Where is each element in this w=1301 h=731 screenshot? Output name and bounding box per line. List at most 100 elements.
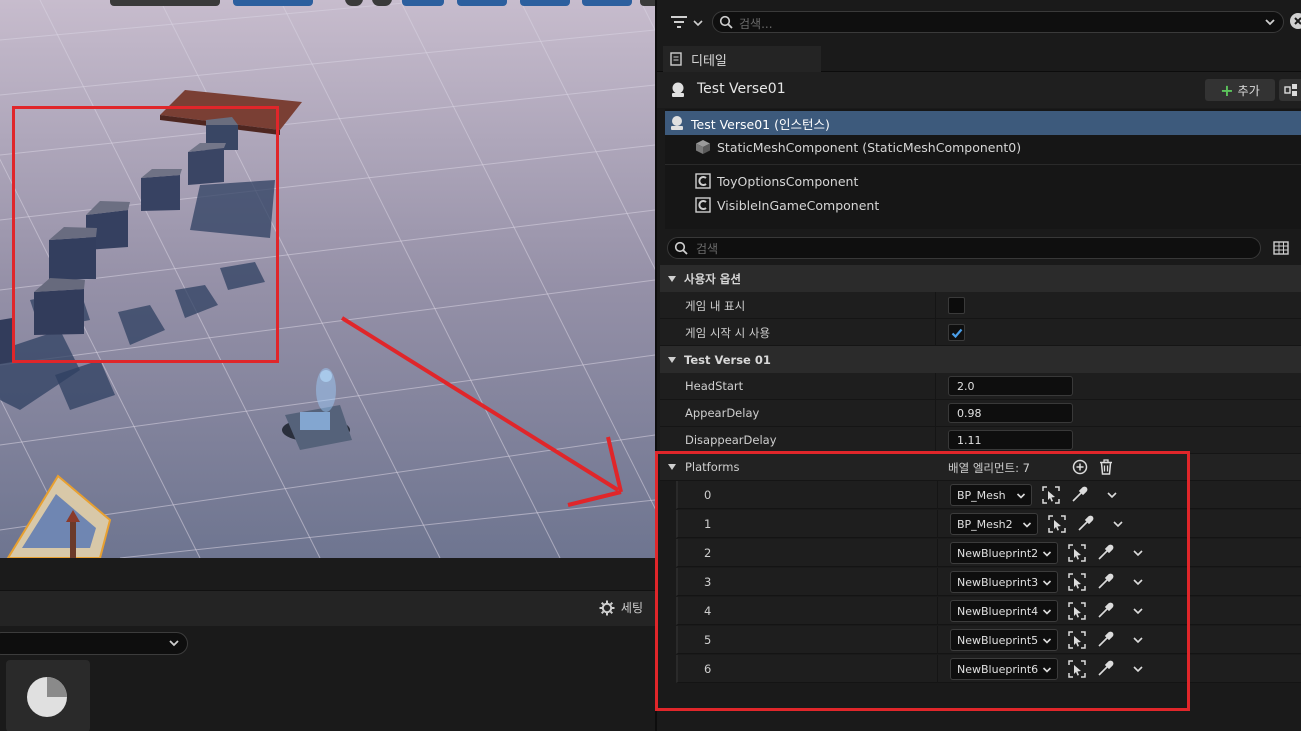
- gear-icon: [599, 600, 615, 615]
- select-actor-icon[interactable]: [1042, 486, 1060, 504]
- chevron-down-icon: [1265, 19, 1275, 26]
- section-user-options[interactable]: 사용자 옵션: [660, 265, 1301, 292]
- trash-icon[interactable]: [1098, 459, 1114, 475]
- element-index: 2: [704, 546, 712, 560]
- property-label: DisappearDelay: [685, 433, 777, 447]
- viewport-toolbar-chip[interactable]: [520, 0, 570, 6]
- chevron-down-icon[interactable]: [693, 18, 703, 28]
- add-label: 추가: [1237, 83, 1260, 98]
- property-label: Platforms: [685, 460, 740, 474]
- filter-icon[interactable]: [669, 12, 689, 32]
- eyedropper-icon[interactable]: [1076, 515, 1094, 533]
- viewport-toolbar-chip[interactable]: [233, 0, 313, 6]
- actor-picker-combo[interactable]: NewBlueprint5: [950, 629, 1058, 651]
- divider: [935, 319, 936, 346]
- table-view-icon[interactable]: [1273, 240, 1289, 256]
- outliner-search-row: 검색...: [657, 8, 1301, 36]
- section-title: 사용자 옵션: [684, 271, 741, 286]
- chevron-down-icon[interactable]: [1132, 576, 1144, 588]
- viewport-toolbar-chip[interactable]: [110, 0, 220, 6]
- viewport-toolbar-chip[interactable]: [457, 0, 507, 6]
- details-search-input[interactable]: 검색: [667, 237, 1261, 259]
- chevron-down-icon: [1022, 522, 1032, 528]
- chevron-down-icon: [1016, 493, 1026, 499]
- eyedropper-icon[interactable]: [1096, 660, 1114, 678]
- actor-picker-combo[interactable]: BP_Mesh: [950, 484, 1032, 506]
- combo-value: NewBlueprint4: [957, 605, 1039, 618]
- actor-picker-combo[interactable]: NewBlueprint4: [950, 600, 1058, 622]
- enabled-at-start-checkbox[interactable]: [948, 324, 965, 341]
- details-panel: 검색... 디테일 Test Verse01 + 추가 Test Verse01…: [655, 0, 1301, 731]
- select-actor-icon[interactable]: [1068, 631, 1086, 649]
- component-row-visible-in-game[interactable]: VisibleInGameComponent: [665, 193, 1301, 217]
- chevron-down-icon: [1042, 667, 1052, 673]
- eyedropper-icon[interactable]: [1096, 602, 1114, 620]
- divider: [937, 568, 938, 596]
- combo-value: NewBlueprint5: [957, 634, 1039, 647]
- chevron-down-icon: [1042, 638, 1052, 644]
- select-actor-icon[interactable]: [1048, 515, 1066, 533]
- outliner-search-input[interactable]: 검색...: [712, 11, 1284, 33]
- chevron-down-icon[interactable]: [1132, 634, 1144, 646]
- disappear-delay-field[interactable]: 1.11: [948, 430, 1073, 450]
- close-icon[interactable]: [1289, 12, 1301, 30]
- chevron-down-icon: [1042, 609, 1052, 615]
- content-filter-dropdown[interactable]: [0, 632, 188, 655]
- element-index: 3: [704, 575, 712, 589]
- actor-icon: [672, 82, 684, 97]
- array-count: 배열 엘리먼트: 7: [948, 461, 1030, 475]
- eyedropper-icon[interactable]: [1096, 544, 1114, 562]
- viewport-toolbar-chip[interactable]: [402, 0, 444, 6]
- platform-element-row: 6 NewBlueprint6: [676, 655, 1301, 683]
- eyedropper-icon[interactable]: [1096, 573, 1114, 591]
- actor-picker-combo[interactable]: BP_Mesh2: [950, 513, 1038, 535]
- component-label: Test Verse01 (인스턴스): [691, 116, 830, 132]
- pie-icon: [27, 677, 67, 717]
- chevron-down-icon: [1042, 580, 1052, 586]
- blueprint-button[interactable]: [1279, 79, 1301, 101]
- divider: [937, 539, 938, 567]
- select-actor-icon[interactable]: [1068, 602, 1086, 620]
- viewport-toolbar-chip[interactable]: [640, 0, 655, 6]
- eyedropper-icon[interactable]: [1096, 631, 1114, 649]
- show-in-game-checkbox[interactable]: [948, 297, 965, 314]
- floor-grid: [0, 0, 655, 558]
- property-label: HeadStart: [685, 379, 744, 393]
- settings-button[interactable]: 세팅: [599, 599, 643, 616]
- chevron-down-icon[interactable]: [1132, 663, 1144, 675]
- asset-thumbnail[interactable]: [6, 660, 90, 731]
- divider: [937, 481, 938, 509]
- component-label: VisibleInGameComponent: [717, 197, 880, 213]
- divider: [935, 292, 936, 319]
- tab-details[interactable]: 디테일: [663, 46, 821, 72]
- component-row-static-mesh[interactable]: StaticMeshComponent (StaticMeshComponent…: [665, 135, 1301, 159]
- chevron-down-icon[interactable]: [1106, 489, 1118, 501]
- section-test-verse[interactable]: Test Verse 01: [660, 346, 1301, 373]
- eyedropper-icon[interactable]: [1070, 486, 1088, 504]
- actor-picker-combo[interactable]: NewBlueprint2: [950, 542, 1058, 564]
- select-actor-icon[interactable]: [1068, 660, 1086, 678]
- platforms-array-header[interactable]: Platforms 배열 엘리먼트: 7: [660, 454, 1301, 481]
- component-icon: [695, 197, 711, 213]
- chevron-down-icon[interactable]: [1112, 518, 1124, 530]
- select-actor-icon[interactable]: [1068, 544, 1086, 562]
- appear-delay-field[interactable]: 0.98: [948, 403, 1073, 423]
- chevron-down-icon[interactable]: [1132, 547, 1144, 559]
- component-row-toy-options[interactable]: ToyOptionsComponent: [665, 169, 1301, 193]
- select-actor-icon[interactable]: [1068, 573, 1086, 591]
- actor-picker-combo[interactable]: NewBlueprint6: [950, 658, 1058, 680]
- tab-details-label: 디테일: [691, 53, 727, 69]
- headstart-field[interactable]: 2.0: [948, 376, 1073, 396]
- plus-icon: +: [1220, 80, 1234, 100]
- actor-title-bar: Test Verse01 + 추가: [657, 72, 1301, 108]
- add-element-icon[interactable]: [1072, 459, 1088, 475]
- component-row-actor[interactable]: Test Verse01 (인스턴스): [665, 111, 1301, 135]
- tab-bar: 디테일: [657, 44, 1301, 72]
- static-mesh-icon: [696, 140, 710, 154]
- settings-label: 세팅: [620, 601, 643, 615]
- level-viewport[interactable]: [0, 0, 655, 558]
- viewport-toolbar-chip[interactable]: [582, 0, 632, 6]
- actor-picker-combo[interactable]: NewBlueprint3: [950, 571, 1058, 593]
- add-component-button[interactable]: + 추가: [1205, 79, 1275, 101]
- chevron-down-icon[interactable]: [1132, 605, 1144, 617]
